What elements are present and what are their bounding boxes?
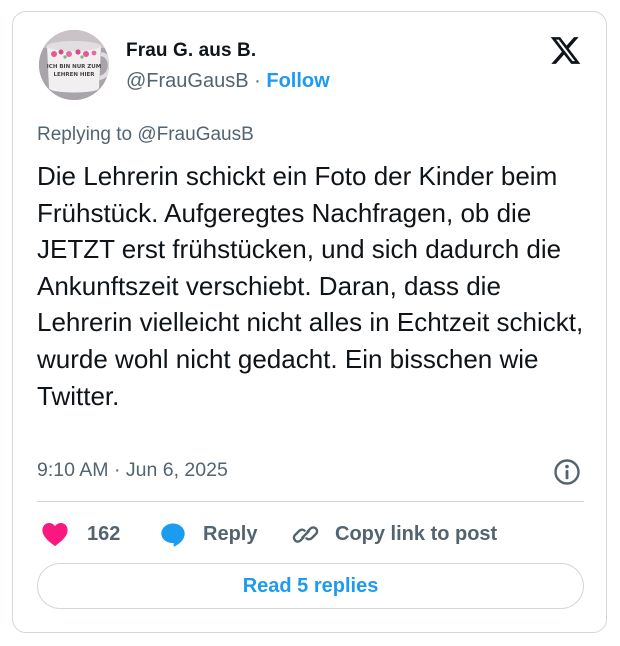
author-meta: @FrauGausB · Follow [126, 70, 330, 93]
replying-to[interactable]: Replying to @FrauGausB [37, 124, 254, 146]
reply-button[interactable]: Reply [159, 517, 257, 551]
reply-label: Reply [203, 522, 258, 545]
tweet-card: ICH BIN NUR ZUM LEHREN HIER Frau G. aus … [12, 11, 607, 633]
follow-button[interactable]: Follow [266, 70, 329, 92]
reply-bubble-icon [161, 522, 185, 547]
info-icon[interactable] [553, 458, 581, 486]
timestamp[interactable]: 9:10 AM · Jun 6, 2025 [37, 459, 228, 482]
svg-text:LEHREN HIER: LEHREN HIER [53, 72, 95, 78]
copy-link-label: Copy link to post [335, 522, 498, 545]
x-logo-icon[interactable] [549, 34, 582, 67]
tweet-text: Die Lehrerin schickt ein Foto der Kinder… [37, 161, 584, 411]
author-name[interactable]: Frau G. aus B. [126, 40, 256, 62]
copy-link-button[interactable]: Copy link to post [291, 517, 497, 551]
like-button[interactable]: 162 [41, 517, 120, 551]
avatar[interactable]: ICH BIN NUR ZUM LEHREN HIER [39, 30, 109, 100]
action-bar: 162 Reply Copy link to post [37, 517, 584, 551]
like-count: 162 [87, 522, 121, 545]
read-replies-label: Read 5 replies [242, 574, 379, 597]
meta-separator: · [254, 70, 261, 92]
avatar-image: ICH BIN NUR ZUM LEHREN HIER [39, 30, 109, 100]
divider [37, 501, 584, 502]
read-replies-button[interactable]: Read 5 replies [37, 563, 584, 609]
author-handle[interactable]: @FrauGausB [126, 70, 249, 92]
svg-text:ICH BIN NUR ZUM: ICH BIN NUR ZUM [47, 64, 102, 70]
link-icon [292, 525, 319, 543]
heart-icon [42, 523, 68, 547]
